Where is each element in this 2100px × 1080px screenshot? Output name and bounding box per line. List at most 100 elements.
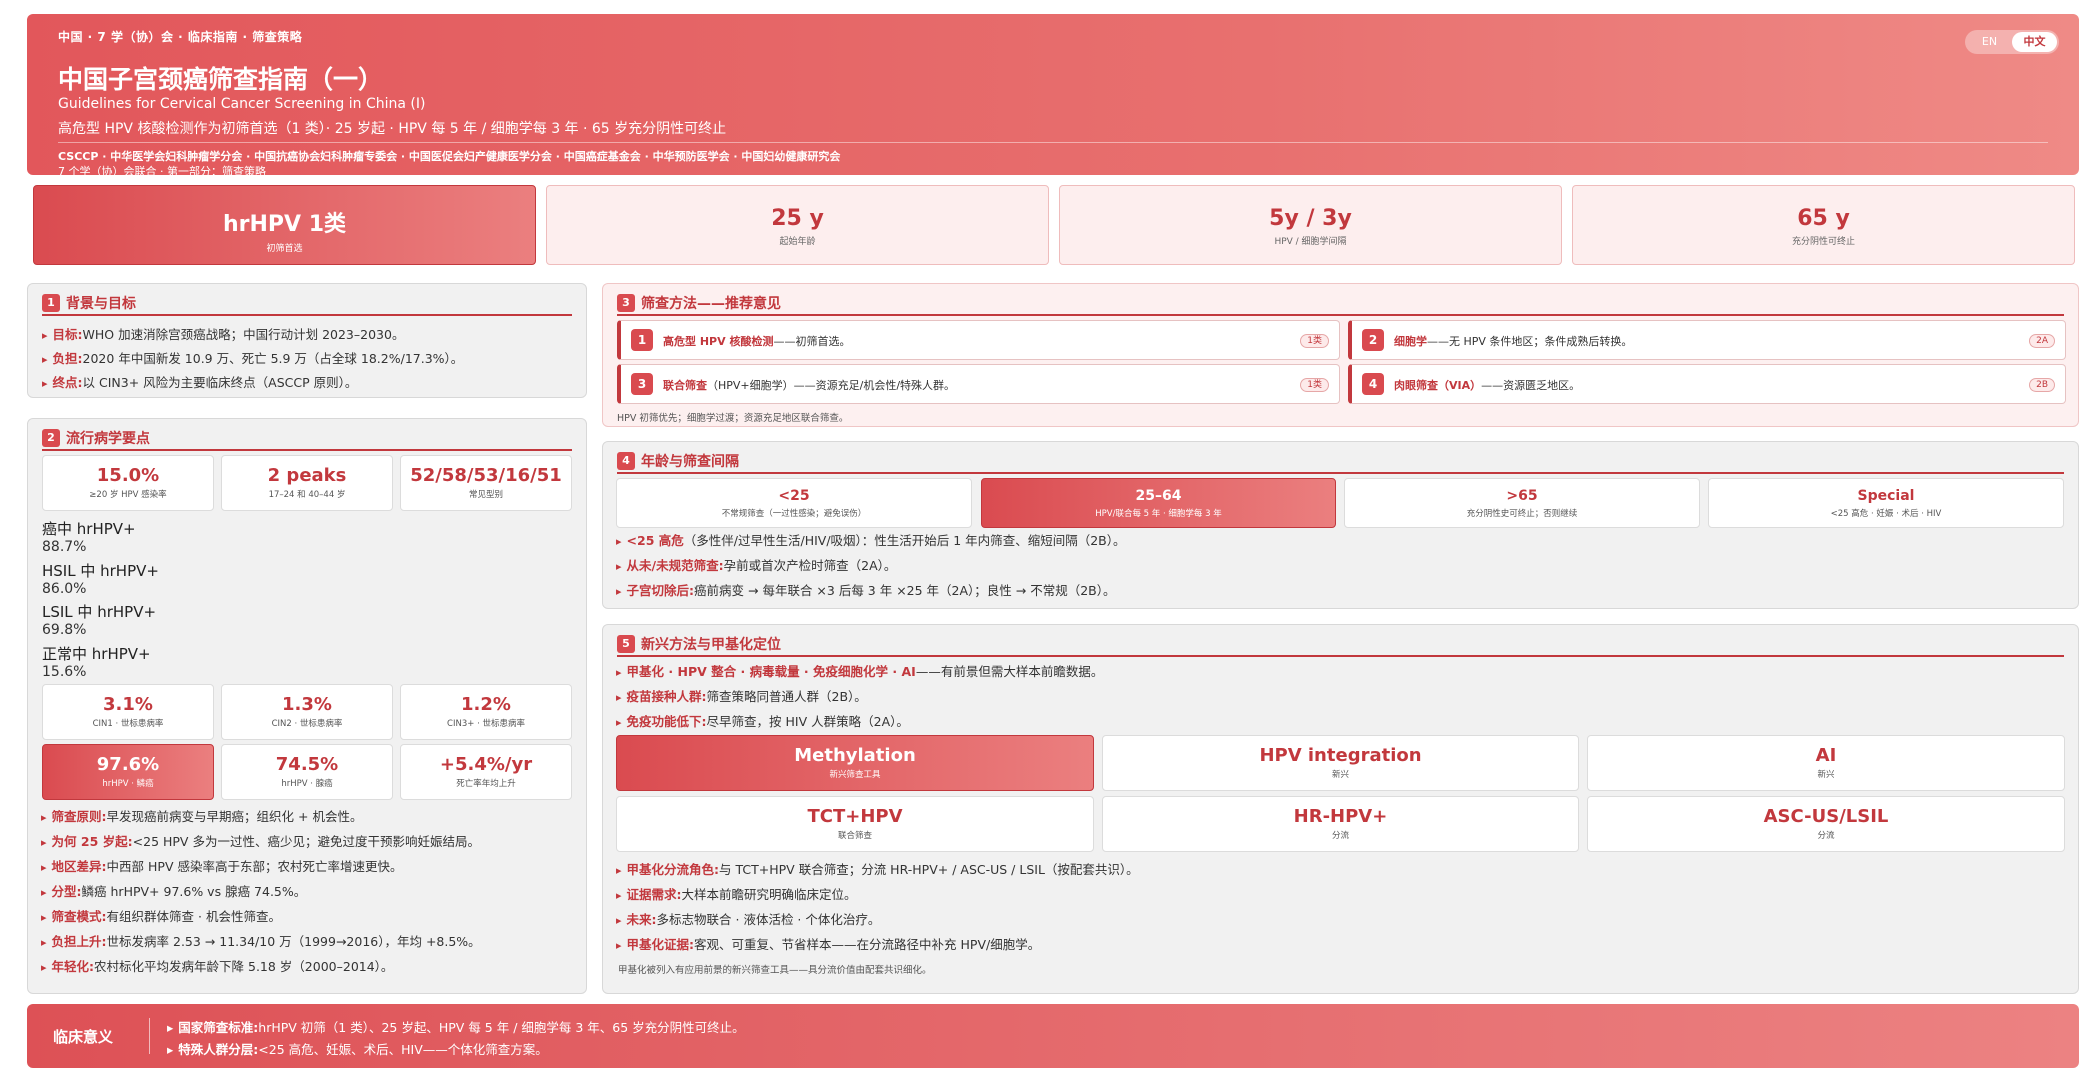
list-item: 证据需求:大样本前瞻研究明确临床定位。 — [616, 884, 857, 903]
method-tile: HR-HPV+ 分流 — [1102, 796, 1579, 852]
stat-card: 1.3% CIN2 · 世标患病率 — [221, 684, 393, 740]
section-title: 筛查方法——推荐意见 — [641, 296, 781, 312]
kpi-label: 初筛首选 — [266, 244, 303, 254]
list-item: 免疫功能低下:尽早筛查，按 HIV 人群策略（2A）。 — [616, 711, 909, 730]
page-title: 中国子宫颈癌筛查指南（一） — [58, 65, 384, 94]
age-group-card-highlight: 25–64 HPV/联合每 5 年 · 细胞学每 3 年 — [981, 478, 1336, 528]
list-item: 甲基化分流角色:与 TCT+HPV 联合筛查；分流 HR-HPV+ / ASC-… — [616, 859, 1139, 878]
kpi-value: 25 y — [771, 206, 824, 231]
list-item: 目标:WHO 加速消除宫颈癌战略；中国行动计划 2023–2030。 — [42, 324, 405, 343]
list-item: 筛查模式:有组织群体筛查 · 机会性筛查。 — [41, 906, 281, 925]
section-number: 5 — [617, 635, 635, 653]
list-item: 疫苗接种人群:筛查策略同普通人群（2B）。 — [616, 686, 867, 705]
stat-card: 52/58/53/16/51 常见型别 — [400, 455, 572, 511]
prevalence-value: 88.7% — [42, 539, 87, 555]
method-tile-highlight: Methylation 新兴筛查工具 — [616, 735, 1094, 791]
kpi-card-start-age: 25 y 起始年龄 — [546, 185, 1049, 265]
section-header: 5 新兴方法与甲基化定位 — [617, 633, 2064, 657]
section-number: 4 — [617, 452, 635, 470]
list-item: 地区差异:中西部 HPV 感染率高于东部；农村死亡率增速更快。 — [41, 856, 403, 875]
list-item: 未来:多标志物联合 · 液体活检 · 个体化治疗。 — [616, 909, 881, 928]
prevalence-label: LSIL 中 hrHPV+ — [42, 603, 157, 621]
list-item: 为何 25 岁起:<25 HPV 多为一过性、癌少见；避免过度干预影响妊娠结局。 — [41, 831, 480, 850]
method-tile: HPV integration 新兴 — [1102, 735, 1579, 791]
grade-badge: 1类 — [1300, 378, 1329, 392]
section-title: 新兴方法与甲基化定位 — [641, 637, 781, 653]
stat-card: +5.4%/yr 死亡率年均上升 — [400, 744, 572, 800]
list-item: 甲基化 · HPV 整合 · 病毒载量 · 免疫细胞化学 · AI——有前景但需… — [616, 661, 1104, 680]
stat-card-highlight: 97.6% hrHPV · 鳞癌 — [42, 744, 214, 800]
header-kicker: 中国 · 7 学（协）会 · 临床指南 · 筛查策略 — [58, 30, 303, 44]
list-item: 筛查原则:早发现癌前病变与早期癌；组织化 + 机会性。 — [41, 806, 363, 825]
prevalence-label: 癌中 hrHPV+ — [42, 520, 136, 538]
section-note: HPV 初筛优先；细胞学过渡；资源充足地区联合筛查。 — [617, 413, 849, 424]
header-organizations: CSCCP · 中华医学会妇科肿瘤学分会 · 中国抗癌协会妇科肿瘤专委会 · 中… — [58, 150, 841, 163]
kpi-label: HPV / 细胞学间隔 — [1274, 237, 1347, 247]
stat-card: 1.2% CIN3+ · 世标患病率 — [400, 684, 572, 740]
header-description: 高危型 HPV 核酸检测作为初筛首选（1 类）· 25 岁起 · HPV 每 5… — [58, 121, 727, 137]
grade-badge: 2B — [2029, 378, 2055, 392]
section-number: 3 — [617, 294, 635, 312]
section-header: 2 流行病学要点 — [42, 427, 572, 451]
list-item: 从未/未规范筛查:孕前或首次产检时筛查（2A）。 — [616, 555, 897, 574]
footer-item: 特殊人群分层:<25 高危、妊娠、术后、HIV——个体化筛查方案。 — [167, 1039, 548, 1058]
age-group-card: <25 不常规筛查（一过性感染；避免误伤） — [616, 478, 972, 528]
prevalence-label: HSIL 中 hrHPV+ — [42, 562, 159, 580]
stat-card: 15.0% ≥20 岁 HPV 感染率 — [42, 455, 214, 511]
section-screening-methods: 3 筛查方法——推荐意见 1 高危型 HPV 核酸检测——初筛首选。 1类 2 … — [602, 283, 2079, 427]
header-banner: 中国 · 7 学（协）会 · 临床指南 · 筛查策略 中国子宫颈癌筛查指南（一）… — [27, 14, 2079, 178]
list-item: 年轻化:农村标化平均发病年龄下降 5.18 岁（2000–2014）。 — [41, 956, 394, 975]
section-header: 1 背景与目标 — [42, 292, 572, 316]
footer-banner: 临床意义 国家筛查标准:hrHPV 初筛（1 类）、25 岁起、HPV 每 5 … — [27, 1004, 2079, 1068]
footer-divider — [149, 1018, 150, 1054]
list-item: 子宫切除后:癌前病变 → 每年联合 ×3 后每 3 年 ×25 年（2A）；良性… — [616, 580, 1116, 599]
age-group-card: >65 充分阴性史可终止；否则继续 — [1344, 478, 1700, 528]
stat-card: 2 peaks 17–24 和 40–44 岁 — [221, 455, 393, 511]
footer-label: 临床意义 — [53, 1028, 114, 1046]
kpi-label: 起始年龄 — [779, 237, 816, 247]
kpi-value: hrHPV 1类 — [222, 212, 347, 237]
method-tile: ASC-US/LSIL 分流 — [1587, 796, 2065, 852]
list-item: 终点:以 CIN3+ 风险为主要临床终点（ASCCP 原则）。 — [42, 372, 358, 391]
recommendation-card: 2 细胞学——无 HPV 条件地区；条件成熟后转换。 2A — [1348, 320, 2066, 360]
header-divider — [58, 142, 2048, 143]
prevalence-value: 15.6% — [42, 664, 87, 680]
kpi-value: 65 y — [1797, 206, 1850, 231]
recommendation-card: 1 高危型 HPV 核酸检测——初筛首选。 1类 — [617, 320, 1340, 360]
method-tile: TCT+HPV 联合筛查 — [616, 796, 1094, 852]
recommendation-card: 4 肉眼筛查（VIA）——资源匮乏地区。 2B — [1348, 364, 2066, 404]
list-item: 分型:鳞癌 hrHPV+ 97.6% vs 腺癌 74.5%。 — [41, 881, 307, 900]
lang-zh-button[interactable]: 中文 — [2012, 32, 2057, 52]
recommendation-card: 3 联合筛查（HPV+细胞学）——资源充足/机会性/特殊人群。 1类 — [617, 364, 1340, 404]
method-tile: AI 新兴 — [1587, 735, 2065, 791]
section-title: 流行病学要点 — [66, 431, 150, 447]
stat-card: 74.5% hrHPV · 腺癌 — [221, 744, 393, 800]
section-background: 1 背景与目标 目标:WHO 加速消除宫颈癌战略；中国行动计划 2023–203… — [27, 283, 587, 398]
kpi-value: 5y / 3y — [1269, 206, 1352, 231]
prevalence-value: 86.0% — [42, 581, 87, 597]
grade-badge: 2A — [2029, 334, 2055, 348]
kpi-card-stop-age: 65 y 充分阴性可终止 — [1572, 185, 2075, 265]
list-item: <25 高危（多性伴/过早性生活/HIV/吸烟）：性生活开始后 1 年内筛查、缩… — [616, 530, 1126, 549]
section-number: 2 — [42, 429, 60, 447]
section-title: 年龄与筛查间隔 — [641, 454, 739, 470]
kpi-card-interval: 5y / 3y HPV / 细胞学间隔 — [1059, 185, 1562, 265]
page-subtitle: Guidelines for Cervical Cancer Screening… — [58, 96, 426, 112]
footer-item: 国家筛查标准:hrHPV 初筛（1 类）、25 岁起、HPV 每 5 年 / 细… — [167, 1017, 744, 1036]
kpi-label: 充分阴性可终止 — [1791, 237, 1855, 247]
age-group-card: Special <25 高危 · 妊娠 · 术后 · HIV — [1708, 478, 2064, 528]
kpi-card-hrhpv: hrHPV 1类 初筛首选 — [33, 185, 536, 265]
language-toggle[interactable]: EN 中文 — [1965, 30, 2059, 54]
section-title: 背景与目标 — [66, 296, 136, 312]
list-item: 甲基化证据:客观、可重复、节省样本——在分流路径中补充 HPV/细胞学。 — [616, 934, 1041, 953]
section-header: 4 年龄与筛查间隔 — [617, 450, 2064, 474]
lang-en-button[interactable]: EN — [1967, 32, 2012, 52]
section-header: 3 筛查方法——推荐意见 — [617, 292, 2064, 316]
section-note: 甲基化被列入有应用前景的新兴筛查工具——具分流价值由配套共识细化。 — [618, 965, 932, 976]
prevalence-value: 69.8% — [42, 622, 87, 638]
list-item: 负担:2020 年中国新发 10.9 万、死亡 5.9 万（占全球 18.2%/… — [42, 348, 464, 367]
list-item: 负担上升:世标发病率 2.53 → 11.34/10 万（1999→2016），… — [41, 931, 481, 950]
stat-card: 3.1% CIN1 · 世标患病率 — [42, 684, 214, 740]
grade-badge: 1类 — [1300, 334, 1329, 348]
prevalence-label: 正常中 hrHPV+ — [42, 645, 151, 663]
